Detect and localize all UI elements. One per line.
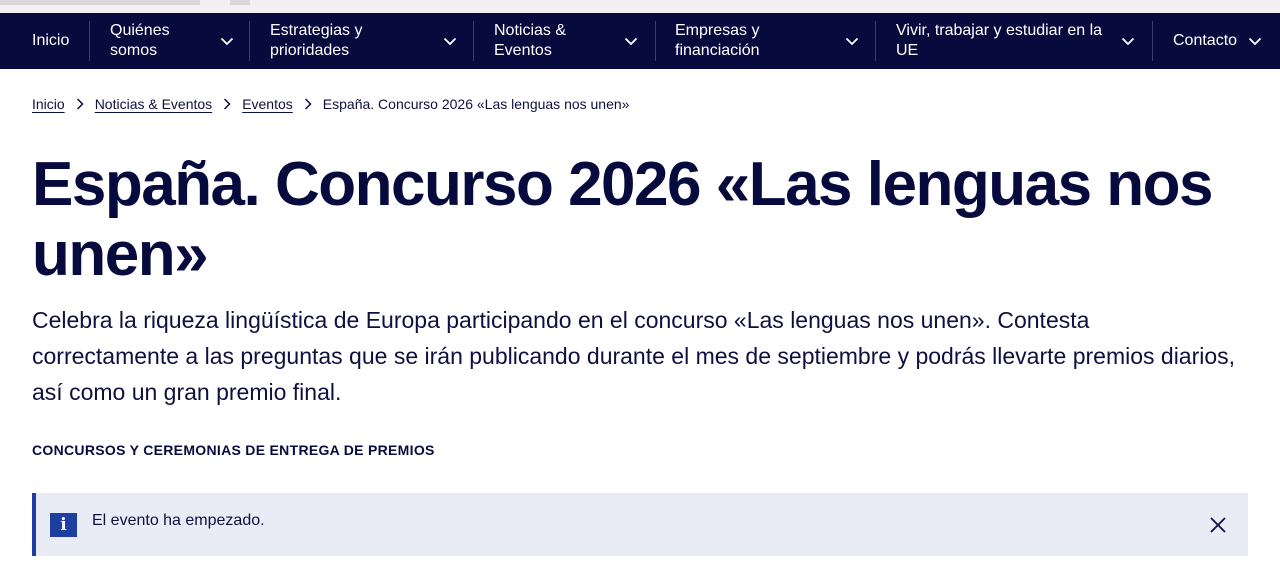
breadcrumb-link-inicio[interactable]: Inicio xyxy=(32,96,65,112)
nav-separator xyxy=(655,21,656,61)
chevron-down-icon xyxy=(1248,35,1262,47)
notice-text: El evento ha empezado. xyxy=(92,512,265,529)
nav-item-contacto[interactable]: Contacto xyxy=(1173,13,1273,69)
nav-item-label: Contacto xyxy=(1173,32,1238,49)
breadcrumb: Inicio Noticias & Eventos Eventos España… xyxy=(32,94,629,114)
page-lead: Celebra la riqueza lingüística de Europa… xyxy=(32,307,1236,405)
chevron-down-icon xyxy=(220,35,234,47)
chevron-right-icon xyxy=(220,97,234,111)
breadcrumb-link-eventos[interactable]: Eventos xyxy=(242,96,293,112)
chevron-down-icon xyxy=(443,35,457,47)
nav-separator xyxy=(89,21,90,61)
nav-item-label: Estrategias y prioridades xyxy=(270,22,363,59)
nav-separator xyxy=(473,21,474,61)
nav-item-estrategias[interactable]: Estrategias y prioridades xyxy=(270,13,460,69)
chevron-down-icon xyxy=(1121,35,1135,47)
chevron-right-icon xyxy=(73,97,87,111)
chevron-down-icon xyxy=(845,35,859,47)
cut-off-text xyxy=(0,0,200,5)
nav-item-label: Noticias & Eventos xyxy=(494,22,567,59)
chevron-right-icon xyxy=(301,97,315,111)
nav-item-label: Inicio xyxy=(32,32,70,49)
top-strip xyxy=(0,0,1280,13)
chevron-down-icon xyxy=(624,35,638,47)
cut-off-text xyxy=(230,0,250,5)
event-category: CONCURSOS Y CEREMONIAS DE ENTREGA DE PRE… xyxy=(32,442,435,458)
breadcrumb-current: España. Concurso 2026 «Las lenguas nos u… xyxy=(322,96,630,112)
nav-separator xyxy=(249,21,250,61)
nav-item-empresas[interactable]: Empresas y financiación xyxy=(675,13,865,69)
close-icon[interactable] xyxy=(1208,515,1228,535)
nav-item-label: Vivir, trabajar y estudiar en la UE xyxy=(896,22,1103,59)
nav-separator xyxy=(1152,21,1153,61)
nav-separator xyxy=(875,21,876,61)
nav-item-vivir-trabajar[interactable]: Vivir, trabajar y estudiar en la UE xyxy=(896,13,1141,69)
nav-item-label: Quiénes somos xyxy=(110,22,170,59)
nav-item-noticias-eventos[interactable]: Noticias & Eventos xyxy=(494,13,644,69)
breadcrumb-link-noticias[interactable]: Noticias & Eventos xyxy=(95,96,213,112)
page-title: España. Concurso 2026 «Las lenguas nos u… xyxy=(32,150,1214,289)
nav-item-inicio[interactable]: Inicio xyxy=(32,13,69,69)
main-navigation: Inicio Quiénes somos Estrategias y prior… xyxy=(0,13,1280,69)
nav-item-quienes-somos[interactable]: Quiénes somos xyxy=(110,13,240,69)
nav-item-label: Empresas y financiación xyxy=(675,22,760,59)
info-icon: i xyxy=(50,513,77,537)
event-status-notice: i El evento ha empezado. xyxy=(32,493,1248,556)
